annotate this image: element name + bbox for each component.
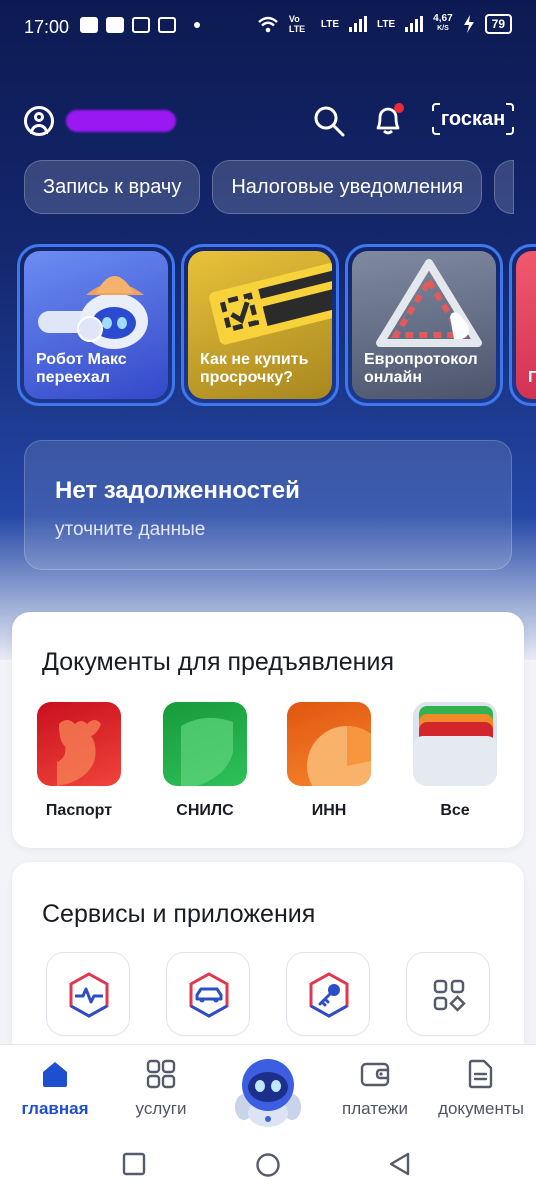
lte-label: LTE — [377, 18, 396, 30]
battery-icon: 79 — [484, 14, 512, 34]
snils-icon — [163, 702, 247, 786]
passport-icon — [37, 702, 121, 786]
document-icon — [468, 1059, 493, 1089]
bell-icon[interactable] — [370, 102, 406, 138]
nav-documents[interactable]: документы — [426, 1045, 536, 1131]
top-header: госкан — [0, 96, 536, 142]
status-time: 17:00 — [24, 17, 70, 37]
chip-doctor-appointment[interactable]: Запись к врачу — [24, 160, 201, 214]
story-label: Робот Макс переехал — [36, 351, 127, 386]
warning-triangle-icon — [376, 259, 482, 347]
health-pulse-icon — [69, 972, 109, 1018]
story-europrotocol[interactable]: Европротокол онлайн — [345, 244, 503, 406]
calendar-icon — [158, 17, 176, 33]
home-icon — [43, 1062, 67, 1087]
story-label: Как не купить просрочку? — [200, 351, 309, 386]
notification-icons — [80, 17, 200, 33]
profile-icon[interactable] — [24, 106, 54, 136]
search-icon[interactable] — [312, 104, 346, 138]
charging-icon — [463, 15, 474, 33]
signal-icon — [349, 16, 368, 32]
youtube-icon — [106, 17, 124, 33]
home-button-icon[interactable] — [255, 1152, 281, 1178]
lte-label: LTE — [320, 18, 340, 30]
nav-services[interactable]: услуги — [106, 1045, 216, 1131]
signal-icon — [405, 16, 424, 32]
documents-title: Документы для предъявления — [42, 648, 394, 676]
nav-label: документы — [438, 1099, 524, 1118]
nav-label: главная — [21, 1099, 89, 1118]
apps-grid-icon — [433, 979, 466, 1012]
wifi-icon — [258, 16, 278, 33]
nav-label: платежи — [342, 1099, 408, 1118]
documents-card: Документы для предъявления Паспорт СНИЛС… — [12, 612, 524, 848]
robot-detective-icon — [38, 276, 148, 349]
car-icon — [189, 972, 229, 1018]
goscan-label: госкан — [440, 108, 506, 130]
robot-assistant-icon[interactable] — [228, 1055, 308, 1129]
network-speed: 4,67 K/S — [433, 13, 453, 33]
services-title: Сервисы и приложения — [42, 900, 316, 928]
story-label: Европротокол онлайн — [364, 351, 478, 386]
doc-inn[interactable]: ИНН — [284, 702, 374, 820]
volte-label: Vo LTE — [288, 14, 306, 34]
debt-title: Нет задолженностей — [55, 477, 300, 504]
story-expired-products[interactable]: Как не купить просрочку? — [181, 244, 339, 406]
inn-icon — [287, 702, 371, 786]
doc-label: Паспорт — [45, 802, 113, 819]
doc-passport[interactable]: Паспорт — [34, 702, 124, 820]
chestny-znak-icon — [209, 258, 332, 345]
nav-payments[interactable]: платежи — [320, 1045, 430, 1131]
service-key[interactable] — [286, 952, 370, 1036]
wallet-stack-icon — [413, 702, 497, 786]
redacted-user-name — [66, 110, 176, 132]
stories-carousel: Робот Макс переехал Как не купить просро… — [17, 244, 536, 406]
wallet-icon — [360, 1062, 390, 1087]
bottom-navigation: главная услуги платежи документы — [0, 1044, 536, 1130]
doc-label: СНИЛС — [176, 802, 234, 819]
service-health[interactable] — [46, 952, 130, 1036]
system-indicators: Vo LTE LTE LTE 4,67 K/S 79 — [257, 14, 512, 34]
debt-status-card[interactable]: Нет задолженностей уточните данные — [24, 440, 512, 570]
chip-more[interactable] — [494, 160, 515, 214]
doc-all[interactable]: Все — [410, 702, 500, 820]
nav-label: услуги — [135, 1099, 187, 1118]
services-grid-icon — [146, 1059, 176, 1089]
back-icon[interactable] — [388, 1152, 412, 1176]
quick-chips: Запись к врачу Налоговые уведомления — [24, 160, 515, 214]
debt-subtitle: уточните данные — [55, 519, 206, 540]
recents-icon[interactable] — [122, 1152, 146, 1176]
doc-label: ИНН — [311, 802, 347, 819]
story-robot-max[interactable]: Робот Макс переехал — [17, 244, 175, 406]
system-navigation-bar — [0, 1130, 536, 1200]
service-car[interactable] — [166, 952, 250, 1036]
service-all-apps[interactable] — [406, 952, 490, 1036]
status-bar: 17:00 Vo LTE LTE LTE 4,67 K/S 79 — [0, 0, 536, 56]
story-label: Г с — [528, 369, 536, 386]
app-notification-icon — [80, 17, 98, 33]
nav-home[interactable]: главная — [0, 1045, 110, 1131]
doc-label: Все — [440, 802, 470, 819]
story-partial[interactable]: Г с — [509, 244, 536, 406]
calendar-icon — [132, 17, 150, 33]
doc-snils[interactable]: СНИЛС — [160, 702, 250, 820]
chip-tax-notifications[interactable]: Налоговые уведомления — [212, 160, 483, 214]
goscan-button[interactable]: госкан — [432, 103, 514, 135]
key-icon — [309, 972, 349, 1018]
more-notifications-icon — [194, 22, 200, 28]
